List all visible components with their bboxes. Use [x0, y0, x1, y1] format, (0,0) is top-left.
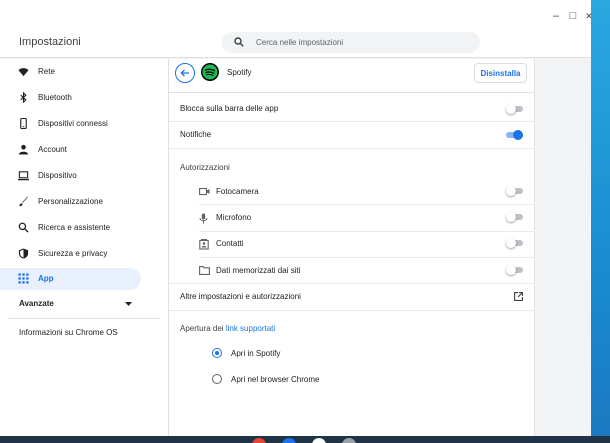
permission-row-site-data[interactable]: Dati memorizzati dai siti	[169, 257, 535, 283]
open-links-heading: Apertura dei link supportati	[180, 324, 275, 333]
permissions-heading: Autorizzazioni	[180, 163, 230, 172]
sidebar-item-ricerca-e-assistente[interactable]: Ricerca e assistente	[0, 217, 141, 239]
wifi-icon	[18, 68, 29, 77]
sidebar-item-label: Rete	[38, 67, 55, 76]
header-divider	[169, 92, 535, 93]
sidebar-item-rete[interactable]: Rete	[0, 61, 141, 83]
bluetooth-icon	[20, 92, 27, 103]
sidebar-item-dispositivo[interactable]: Dispositivo	[0, 165, 141, 187]
pin-to-shelf-row[interactable]: Blocca sulla barra delle app	[169, 96, 535, 122]
microphone-toggle[interactable]	[506, 212, 523, 222]
sidebar-divider	[8, 318, 160, 319]
sidebar-item-label: Account	[38, 145, 67, 154]
open-in-browser-radio[interactable]	[212, 374, 222, 384]
sidebar-item-label: Personalizzazione	[38, 197, 103, 206]
sidebar: Rete Bluetooth Dispositivi connessi Acco…	[0, 59, 168, 436]
person-icon	[18, 144, 29, 155]
permission-row-microphone[interactable]: Microfono	[169, 205, 535, 231]
page-title: Impostazioni	[19, 36, 81, 48]
sidebar-item-account[interactable]: Account	[0, 139, 141, 161]
sidebar-item-informazioni[interactable]: Informazioni su Chrome OS	[19, 328, 118, 337]
supported-links-link[interactable]: link supportati	[226, 324, 275, 333]
minimize-button[interactable]: –	[550, 10, 562, 22]
dropdown-arrow-icon	[125, 302, 132, 306]
row-divider	[169, 310, 535, 311]
sidebar-item-label: Avanzate	[19, 299, 54, 308]
sidebar-item-dispositivi-connessi[interactable]: Dispositivi connessi	[0, 113, 141, 135]
brush-icon	[19, 196, 29, 207]
back-button[interactable]	[175, 63, 195, 83]
sidebar-item-label: App	[38, 274, 54, 283]
sidebar-item-label: Sicurezza e privacy	[38, 249, 108, 258]
notifications-label: Notifiche	[180, 130, 212, 139]
more-settings-label: Altre impostazioni e autorizzazioni	[180, 292, 301, 301]
sidebar-item-sicurezza-e-privacy[interactable]: Sicurezza e privacy	[0, 243, 141, 265]
open-option-chrome[interactable]: Apri nel browser Chrome	[169, 369, 535, 391]
permission-row-camera[interactable]: Fotocamera	[169, 178, 535, 204]
arrow-back-icon	[180, 69, 189, 77]
pin-toggle[interactable]	[506, 104, 523, 114]
laptop-icon	[18, 171, 29, 181]
site-data-toggle[interactable]	[506, 265, 523, 275]
shield-icon	[18, 248, 29, 259]
sidebar-item-app[interactable]: App	[0, 268, 141, 290]
contacts-toggle[interactable]	[506, 238, 523, 248]
open-links-prefix: Apertura dei	[180, 324, 226, 333]
external-link-icon[interactable]	[514, 292, 523, 301]
sidebar-item-bluetooth[interactable]: Bluetooth	[0, 87, 141, 109]
sidebar-item-avanzate[interactable]: Avanzate	[0, 294, 141, 314]
pin-label: Blocca sulla barra delle app	[180, 104, 279, 113]
search-icon	[18, 222, 29, 233]
sidebar-item-label: Dispositivi connessi	[38, 119, 108, 128]
uninstall-button[interactable]: Disinstalla	[474, 63, 527, 83]
close-button[interactable]: ✕	[583, 10, 591, 22]
app-name: Spotify	[227, 68, 252, 77]
contacts-icon	[199, 239, 209, 250]
permission-label: Fotocamera	[216, 187, 259, 196]
radio-label: Apri in Spotify	[231, 349, 281, 358]
phone-icon	[20, 118, 27, 129]
notifications-row[interactable]: Notifiche	[169, 122, 535, 148]
search-icon	[234, 37, 244, 47]
camera-icon	[199, 187, 210, 196]
folder-icon	[199, 266, 210, 275]
title-bar: – □ ✕ Impostazioni	[0, 0, 591, 58]
sidebar-item-label: Bluetooth	[38, 93, 72, 102]
permission-label: Dati memorizzati dai siti	[216, 266, 301, 275]
spotify-logo-icon	[201, 63, 219, 81]
search-box[interactable]	[222, 32, 480, 53]
sidebar-item-personalizzazione[interactable]: Personalizzazione	[0, 191, 141, 213]
app-details-panel: Spotify Disinstalla Blocca sulla barra d…	[168, 59, 535, 436]
row-divider	[169, 148, 535, 149]
open-in-app-radio[interactable]	[212, 348, 222, 358]
search-input[interactable]	[256, 34, 466, 51]
sidebar-item-label: Ricerca e assistente	[38, 223, 111, 232]
apps-grid-icon	[18, 273, 29, 284]
camera-toggle[interactable]	[506, 186, 523, 196]
notifications-toggle[interactable]	[506, 130, 523, 140]
permission-label: Microfono	[216, 213, 252, 222]
microphone-icon	[199, 213, 208, 224]
more-settings-row[interactable]: Altre impostazioni e autorizzazioni	[169, 284, 535, 310]
radio-label: Apri nel browser Chrome	[231, 375, 320, 384]
sidebar-item-label: Dispositivo	[38, 171, 77, 180]
permission-row-contacts[interactable]: Contatti	[169, 231, 535, 257]
maximize-button[interactable]: □	[567, 10, 579, 22]
shelf	[0, 436, 610, 443]
settings-window: – □ ✕ Impostazioni Rete Bluetooth	[0, 0, 591, 436]
permission-label: Contatti	[216, 239, 244, 248]
open-option-spotify[interactable]: Apri in Spotify	[169, 343, 535, 365]
